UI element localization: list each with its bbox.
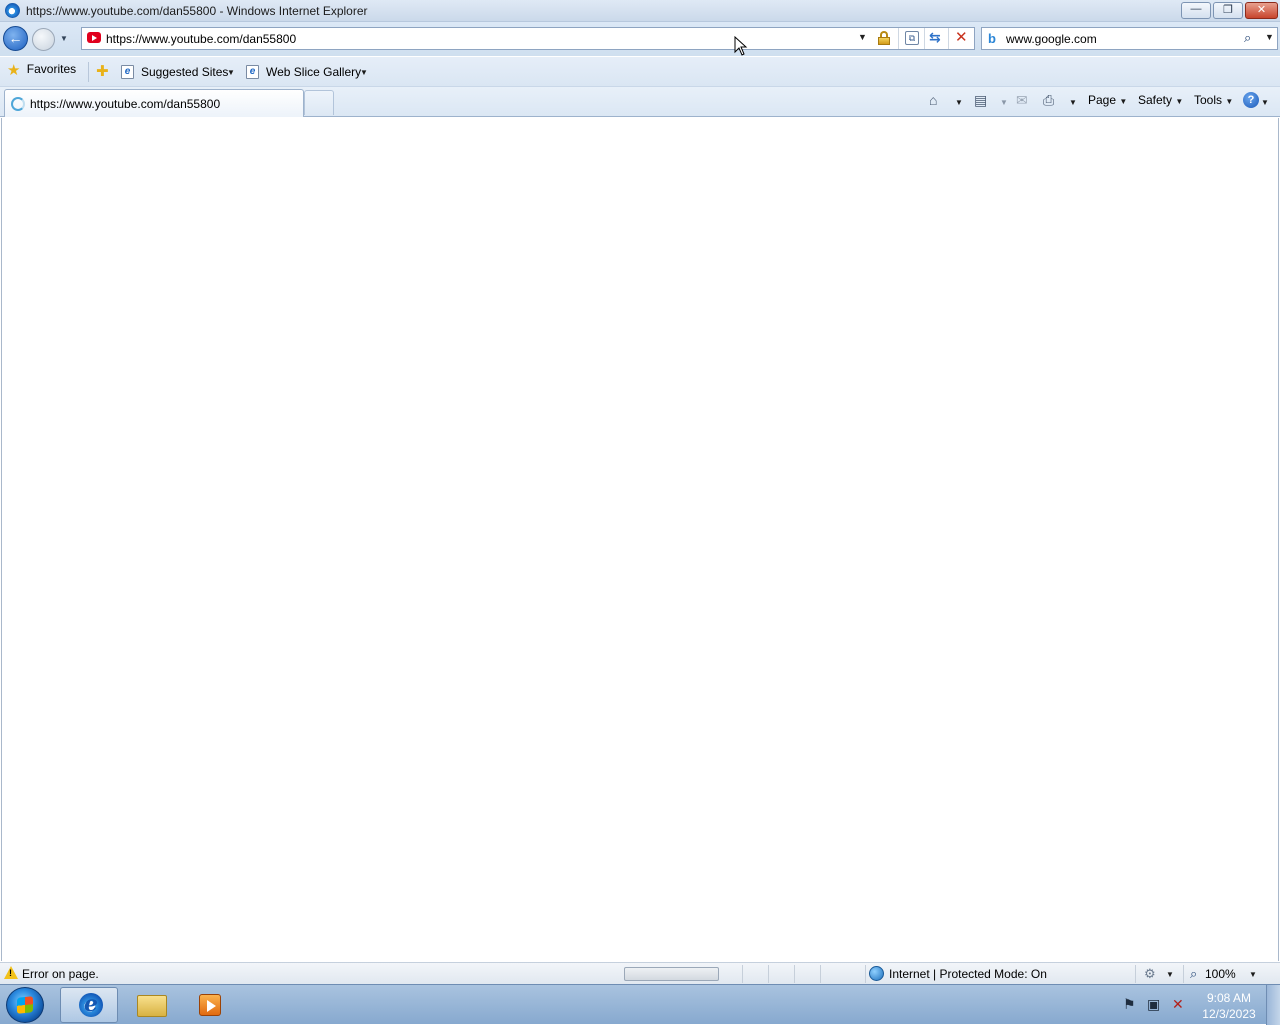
suggested-sites-dropdown[interactable]: ▼	[227, 68, 235, 77]
chevron-down-icon: ▼	[1225, 97, 1234, 106]
popup-blocker-icon[interactable]: ⚙	[1144, 966, 1156, 982]
loading-icon	[11, 97, 25, 111]
favorites-button[interactable]: ★ Favorites	[7, 61, 77, 79]
zoom-icon[interactable]: ⌕	[1190, 966, 1197, 982]
restore-button[interactable]: ❐	[1213, 2, 1243, 19]
web-slice-gallery-dropdown[interactable]: ▼	[360, 68, 368, 77]
window-title: https://www.youtube.com/dan55800 - Windo…	[26, 4, 368, 18]
web-slice-gallery-link[interactable]: Web Slice Gallery	[266, 65, 361, 79]
zoom-level[interactable]: 100%	[1205, 967, 1236, 981]
progress-bar	[624, 967, 719, 981]
warning-icon[interactable]	[4, 966, 18, 979]
feeds-dropdown[interactable]: ▼	[1000, 98, 1008, 107]
back-button[interactable]: ←	[3, 26, 28, 51]
suggested-sites-link[interactable]: Suggested Sites	[141, 65, 228, 79]
divider	[924, 28, 925, 49]
compatibility-view-icon[interactable]: ⧉	[905, 31, 919, 45]
help-icon[interactable]: ?	[1243, 92, 1259, 108]
tab-row: https://www.youtube.com/dan55800 ⌂ ▼ ▤ ▼…	[0, 87, 1280, 117]
taskbar-internet-explorer[interactable]: e	[60, 987, 118, 1023]
search-input[interactable]: www.google.com	[1006, 32, 1097, 46]
forward-button[interactable]	[32, 28, 55, 51]
restore-icon: ❐	[1223, 4, 1233, 16]
feeds-icon[interactable]: ▤	[974, 92, 987, 109]
divider	[768, 965, 769, 983]
page-menu[interactable]: Page ▼	[1088, 93, 1127, 107]
taskbar-windows-explorer[interactable]	[121, 987, 179, 1023]
print-dropdown[interactable]: ▼	[1069, 98, 1077, 107]
help-dropdown[interactable]: ▼	[1261, 98, 1269, 107]
search-options-dropdown[interactable]: ▼	[1265, 32, 1274, 42]
suggested-sites-icon: e	[121, 65, 134, 79]
divider	[1183, 965, 1184, 983]
new-tab-button[interactable]	[304, 90, 334, 115]
back-arrow-icon: ←	[8, 30, 23, 46]
security-zone-label[interactable]: Internet | Protected Mode: On	[889, 967, 1047, 981]
page-content	[1, 118, 1279, 961]
web-slice-gallery-icon: e	[246, 65, 259, 79]
favorites-label: Favorites	[26, 62, 77, 76]
taskbar: e ⚑ ▣ ✕ 9:08 AM 12/3/2023	[0, 984, 1280, 1025]
internet-zone-globe-icon	[869, 966, 884, 981]
zoom-dropdown[interactable]: ▼	[1249, 970, 1257, 979]
add-to-favorites-bar-icon[interactable]: ✚	[96, 62, 109, 80]
taskbar-media-player[interactable]	[181, 987, 239, 1023]
chevron-down-icon: ▼	[1119, 97, 1128, 106]
tools-menu[interactable]: Tools ▼	[1194, 93, 1233, 107]
search-icon[interactable]: ⌕	[1244, 30, 1251, 46]
volume-muted-icon[interactable]: ✕	[1172, 996, 1184, 1013]
address-input[interactable]: https://www.youtube.com/dan55800	[106, 32, 296, 46]
status-bar: Error on page. Internet | Protected Mode…	[0, 962, 1280, 984]
page-menu-label: Page	[1088, 93, 1117, 107]
print-icon[interactable]: ⎙	[1043, 92, 1054, 109]
divider	[898, 28, 899, 49]
divider	[948, 28, 949, 49]
windows-logo-icon	[17, 996, 33, 1014]
action-center-flag-icon[interactable]: ⚑	[1123, 996, 1136, 1013]
clock-date[interactable]: 12/3/2023	[1200, 1007, 1258, 1021]
divider	[88, 62, 89, 82]
status-message[interactable]: Error on page.	[22, 967, 99, 981]
show-desktop-button[interactable]	[1266, 985, 1280, 1025]
divider	[1135, 965, 1136, 983]
lock-icon[interactable]	[878, 31, 890, 45]
favorites-bar: ★ Favorites ✚ e Suggested Sites ▼ e Web …	[0, 57, 1280, 87]
tab-label: https://www.youtube.com/dan55800	[30, 97, 221, 111]
internet-explorer-icon: e	[79, 991, 103, 1017]
tools-menu-label: Tools	[1194, 93, 1223, 107]
youtube-favicon-icon	[87, 32, 101, 43]
recent-pages-dropdown[interactable]: ▼	[60, 34, 68, 43]
window-title-bar: https://www.youtube.com/dan55800 - Windo…	[0, 0, 1280, 22]
popup-blocker-dropdown[interactable]: ▼	[1166, 970, 1174, 979]
bing-icon: b	[988, 31, 996, 46]
media-player-icon	[199, 994, 221, 1016]
close-button[interactable]: ✕	[1245, 2, 1278, 19]
address-dropdown[interactable]: ▼	[858, 32, 867, 42]
divider	[865, 965, 866, 983]
minimize-button[interactable]: —	[1181, 2, 1211, 19]
clock-time[interactable]: 9:08 AM	[1200, 991, 1258, 1005]
minimize-icon: —	[1190, 3, 1202, 15]
ie-logo-icon	[5, 3, 20, 18]
divider	[742, 965, 743, 983]
home-dropdown[interactable]: ▼	[955, 98, 963, 107]
home-icon[interactable]: ⌂	[929, 92, 937, 108]
safety-menu[interactable]: Safety ▼	[1138, 93, 1183, 107]
read-mail-icon[interactable]: ✉	[1016, 92, 1028, 109]
refresh-icon[interactable]: ⇆	[929, 29, 941, 46]
tab-youtube[interactable]: https://www.youtube.com/dan55800	[4, 89, 304, 117]
safety-menu-label: Safety	[1138, 93, 1173, 107]
chevron-down-icon: ▼	[1175, 97, 1184, 106]
stop-icon[interactable]: ✕	[955, 28, 968, 46]
divider	[794, 965, 795, 983]
network-icon[interactable]: ▣	[1147, 996, 1160, 1013]
favorites-star-icon: ★	[7, 62, 21, 79]
close-icon: ✕	[1256, 4, 1267, 16]
start-button[interactable]	[6, 987, 44, 1023]
divider	[820, 965, 821, 983]
search-box[interactable]: b www.google.com ⌕ ▼	[981, 27, 1278, 50]
folder-icon	[137, 995, 167, 1017]
address-bar[interactable]: https://www.youtube.com/dan55800 ▼ ⧉ ⇆ ✕	[81, 27, 975, 50]
